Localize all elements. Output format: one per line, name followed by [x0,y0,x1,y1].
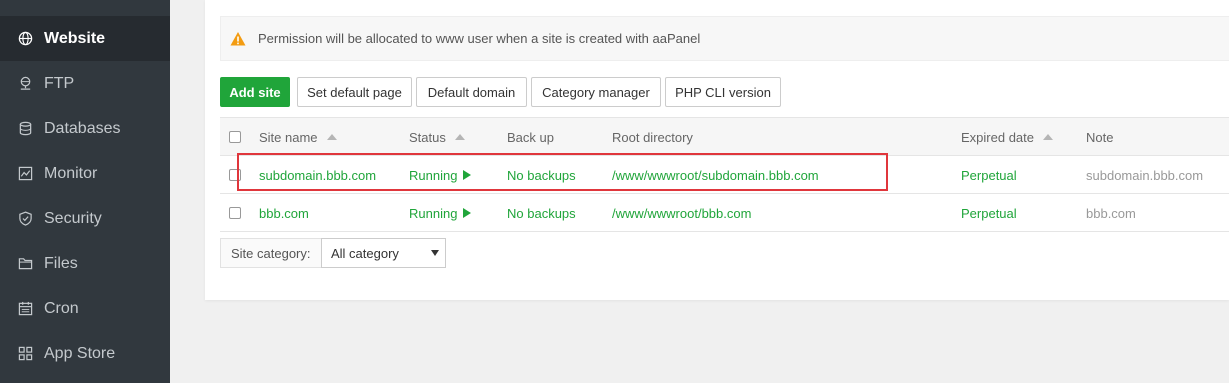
column-header-expired-date[interactable]: Expired date [961,118,1053,156]
app-root: Website FTP Databases Monitor Security F… [0,0,1229,383]
sidebar-item-monitor[interactable]: Monitor [0,151,170,196]
backup-link[interactable]: No backups [507,194,576,232]
sidebar-item-files[interactable]: Files [0,241,170,286]
site-table: Site name Status Back up Root directory … [220,117,1229,232]
note-field[interactable]: bbb.com [1086,194,1136,232]
ftp-icon [17,76,33,92]
permission-notice: Permission will be allocated to www user… [220,16,1229,61]
caret-down-icon [431,250,439,256]
expired-date-link[interactable]: Perpetual [961,156,1017,194]
sidebar-item-website[interactable]: Website [0,16,170,61]
sidebar-item-security[interactable]: Security [0,196,170,241]
globe-icon [17,31,33,47]
sidebar-item-label: Files [44,254,78,272]
sidebar-item-label: Cron [44,299,79,317]
column-header-backup: Back up [507,129,554,145]
table-row: bbb.com Running No backups /www/wwwroot/… [220,194,1229,232]
sort-arrow-icon [326,134,337,140]
status-toggle[interactable]: Running [409,156,472,194]
site-panel: Permission will be allocated to www user… [205,0,1229,300]
set-default-page-button[interactable]: Set default page [297,77,412,107]
column-header-note: Note [1086,129,1114,145]
row-checkbox[interactable] [229,156,241,194]
status-toggle[interactable]: Running [409,194,472,232]
sidebar-item-label: Databases [44,119,121,137]
sidebar-item-app-store[interactable]: App Store [0,331,170,376]
site-name-link[interactable]: bbb.com [259,194,309,232]
site-category-value: All category [331,245,399,261]
note-field[interactable]: subdomain.bbb.com [1086,156,1203,194]
play-icon [463,208,472,218]
column-header-site-name[interactable]: Site name [259,118,337,156]
play-icon [463,170,472,180]
table-header-row: Site name Status Back up Root directory … [220,118,1229,156]
sidebar-item-label: Website [44,29,106,47]
shield-icon [17,211,33,227]
root-directory-link[interactable]: /www/wwwroot/bbb.com [612,194,751,232]
grid-icon [17,346,33,362]
site-category-select[interactable]: All category [321,238,446,268]
sidebar-item-label: Security [44,209,102,227]
site-category-label: Site category: [220,238,321,268]
sidebar: Website FTP Databases Monitor Security F… [0,0,170,383]
php-cli-version-button[interactable]: PHP CLI version [665,77,781,107]
monitor-icon [17,166,33,182]
table-row: subdomain.bbb.com Running No backups /ww… [220,156,1229,194]
sidebar-item-label: Monitor [44,164,98,182]
sort-arrow-icon [1043,134,1053,140]
sidebar-item-cron[interactable]: Cron [0,286,170,331]
add-site-button[interactable]: Add site [220,77,290,107]
category-manager-button[interactable]: Category manager [531,77,661,107]
backup-link[interactable]: No backups [507,156,576,194]
root-directory-link[interactable]: /www/wwwroot/subdomain.bbb.com [612,156,819,194]
sidebar-item-databases[interactable]: Databases [0,106,170,151]
row-checkbox[interactable] [229,194,241,232]
column-header-status[interactable]: Status [409,118,465,156]
sidebar-item-ftp[interactable]: FTP [0,61,170,106]
warning-icon [230,31,246,45]
column-header-root-directory: Root directory [612,129,693,145]
notice-text: Permission will be allocated to www user… [258,31,701,46]
site-name-link[interactable]: subdomain.bbb.com [259,156,376,194]
expired-date-link[interactable]: Perpetual [961,194,1017,232]
default-domain-button[interactable]: Default domain [416,77,527,107]
sidebar-item-label: FTP [44,74,75,92]
sort-arrow-icon [454,134,465,140]
folder-icon [17,256,33,272]
database-icon [17,121,33,137]
sidebar-item-label: App Store [44,344,116,362]
calendar-icon [17,301,33,317]
select-all-checkbox[interactable] [229,118,241,156]
